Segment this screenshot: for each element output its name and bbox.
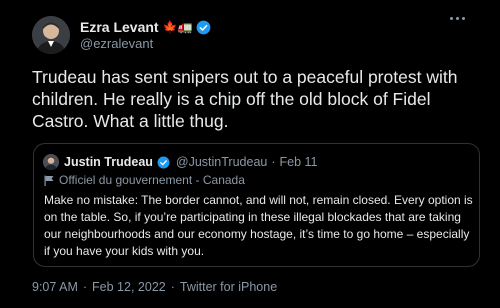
quoted-author-name[interactable]: Justin Trudeau [64,155,153,169]
quoted-author-handle[interactable]: @JustinTrudeau [176,155,267,169]
flag-icon [44,175,54,186]
avatar-image [32,16,70,54]
quoted-date[interactable]: Feb 11 [280,155,318,169]
more-dot [450,16,453,20]
quoted-author-avatar [43,154,59,170]
more-horizontal-icon[interactable] [450,10,470,26]
quoted-header: Justin Trudeau @JustinTrudeau · Feb 11 [64,153,318,171]
tweet-time[interactable]: 9:07 AM [32,280,78,294]
quoted-tweet-text: Make no mistake: The border cannot, and … [44,193,473,258]
tweet-date[interactable]: Feb 12, 2022 [92,280,166,294]
tweet-meta: 9:07 AM · Feb 12, 2022 · Twitter for iPh… [32,279,277,295]
author-handle[interactable]: @ezralevant [80,36,153,51]
quoted-avatar-image [43,154,59,170]
meta-separator: · [170,280,175,294]
author-name-row: Ezra Levant 🍁🚛 [80,17,211,37]
tweet-text: Trudeau has sent snipers out to a peacef… [32,67,458,131]
tweet-card: Ezra Levant 🍁🚛 @ezralevant Trudeau has s… [0,0,500,308]
quoted-verified-badge-icon [157,156,170,168]
verified-badge-icon [197,20,211,34]
more-dot [456,16,459,20]
meta-separator: · [82,280,88,294]
quoted-tweet[interactable]: Justin Trudeau @JustinTrudeau · Feb 11 O… [33,143,480,267]
government-label-text: Officiel du gouvernement - Canada [59,173,245,187]
quoted-separator: · [271,155,276,169]
author-name-emojis: 🍁🚛 [162,20,193,34]
tweet-source[interactable]: Twitter for iPhone [180,280,277,294]
author-name[interactable]: Ezra Levant [80,19,159,35]
more-dot [462,16,465,20]
government-label: Officiel du gouvernement - Canada [44,172,245,188]
author-avatar[interactable] [32,16,70,54]
